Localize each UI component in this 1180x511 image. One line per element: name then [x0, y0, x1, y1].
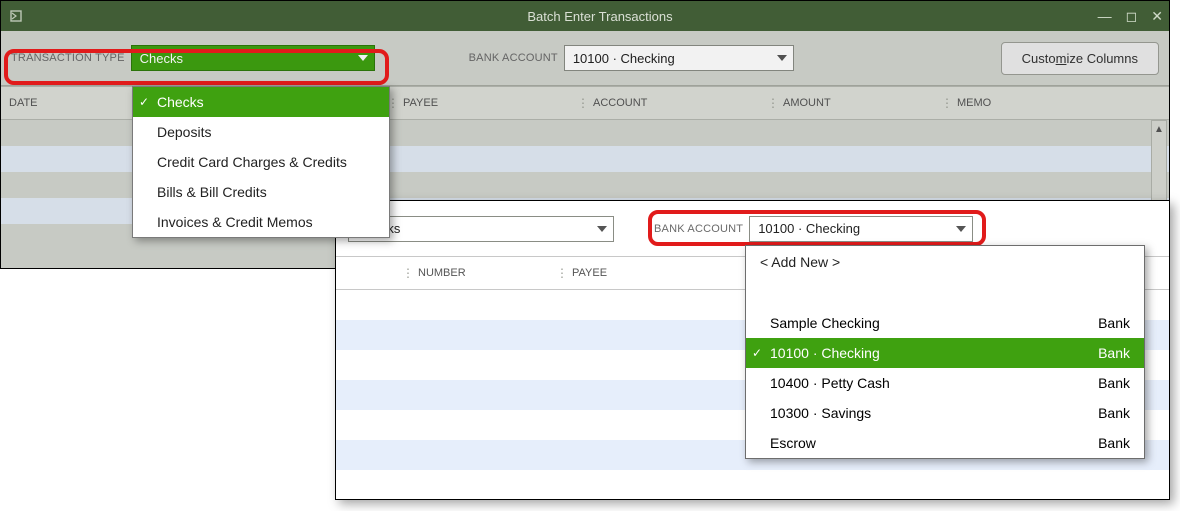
chevron-down-icon: [358, 55, 368, 61]
window-title: Batch Enter Transactions: [31, 9, 1169, 24]
menu-item-account[interactable]: 10400 · Petty Cash Bank: [746, 368, 1144, 398]
transaction-type-menu: Checks Deposits Credit Card Charges & Cr…: [132, 86, 390, 238]
customize-columns-button[interactable]: Customize Columns: [1001, 42, 1159, 75]
menu-item-bills[interactable]: Bills & Bill Credits: [133, 177, 389, 207]
transaction-type-dropdown[interactable]: Checks: [131, 45, 375, 71]
scroll-up-icon[interactable]: ▲: [1152, 121, 1166, 137]
col-payee[interactable]: PAYEE: [395, 97, 581, 109]
toolbar: TRANSACTION TYPE Checks BANK ACCOUNT 101…: [1, 31, 1169, 86]
col-amount[interactable]: AMOUNT: [775, 97, 945, 109]
minimize-icon[interactable]: —: [1098, 9, 1112, 23]
maximize-icon[interactable]: ◻: [1126, 9, 1138, 23]
chevron-down-icon: [956, 226, 966, 232]
close-icon[interactable]: ✕: [1151, 9, 1163, 23]
bank-account-label: BANK ACCOUNT: [469, 52, 558, 64]
menu-item-add-new[interactable]: < Add New >: [746, 246, 1144, 278]
bank-account-label: BANK ACCOUNT: [654, 223, 743, 235]
col-memo[interactable]: MEMO: [949, 97, 1169, 109]
col-account[interactable]: ACCOUNT: [585, 97, 771, 109]
titlebar: Batch Enter Transactions — ◻ ✕: [1, 1, 1169, 31]
bank-account-value: 10100 · Checking: [573, 51, 675, 66]
table-row[interactable]: [336, 470, 1169, 500]
chevron-down-icon: [777, 55, 787, 61]
bank-account-menu: < Add New > Sample Checking Bank 10100 ·…: [745, 245, 1145, 459]
menu-item-account[interactable]: Escrow Bank: [746, 428, 1144, 458]
menu-item-deposits[interactable]: Deposits: [133, 117, 389, 147]
menu-item-account[interactable]: 10300 · Savings Bank: [746, 398, 1144, 428]
menu-item-account[interactable]: 10100 · Checking Bank: [746, 338, 1144, 368]
system-menu-icon[interactable]: [1, 10, 31, 22]
menu-item-cc[interactable]: Credit Card Charges & Credits: [133, 147, 389, 177]
col-number[interactable]: NUMBER: [410, 267, 560, 279]
bank-account-value: 10100 · Checking: [758, 221, 860, 236]
menu-item-account[interactable]: Sample Checking Bank: [746, 308, 1144, 338]
menu-item-invoices[interactable]: Invoices & Credit Memos: [133, 207, 389, 237]
transaction-type-label: TRANSACTION TYPE: [11, 52, 125, 64]
bank-account-dropdown[interactable]: 10100 · Checking: [564, 45, 794, 71]
transaction-type-value: Checks: [140, 51, 183, 66]
chevron-down-icon: [597, 226, 607, 232]
menu-item-checks[interactable]: Checks: [133, 87, 389, 117]
bank-account-dropdown[interactable]: 10100 · Checking: [749, 216, 973, 242]
